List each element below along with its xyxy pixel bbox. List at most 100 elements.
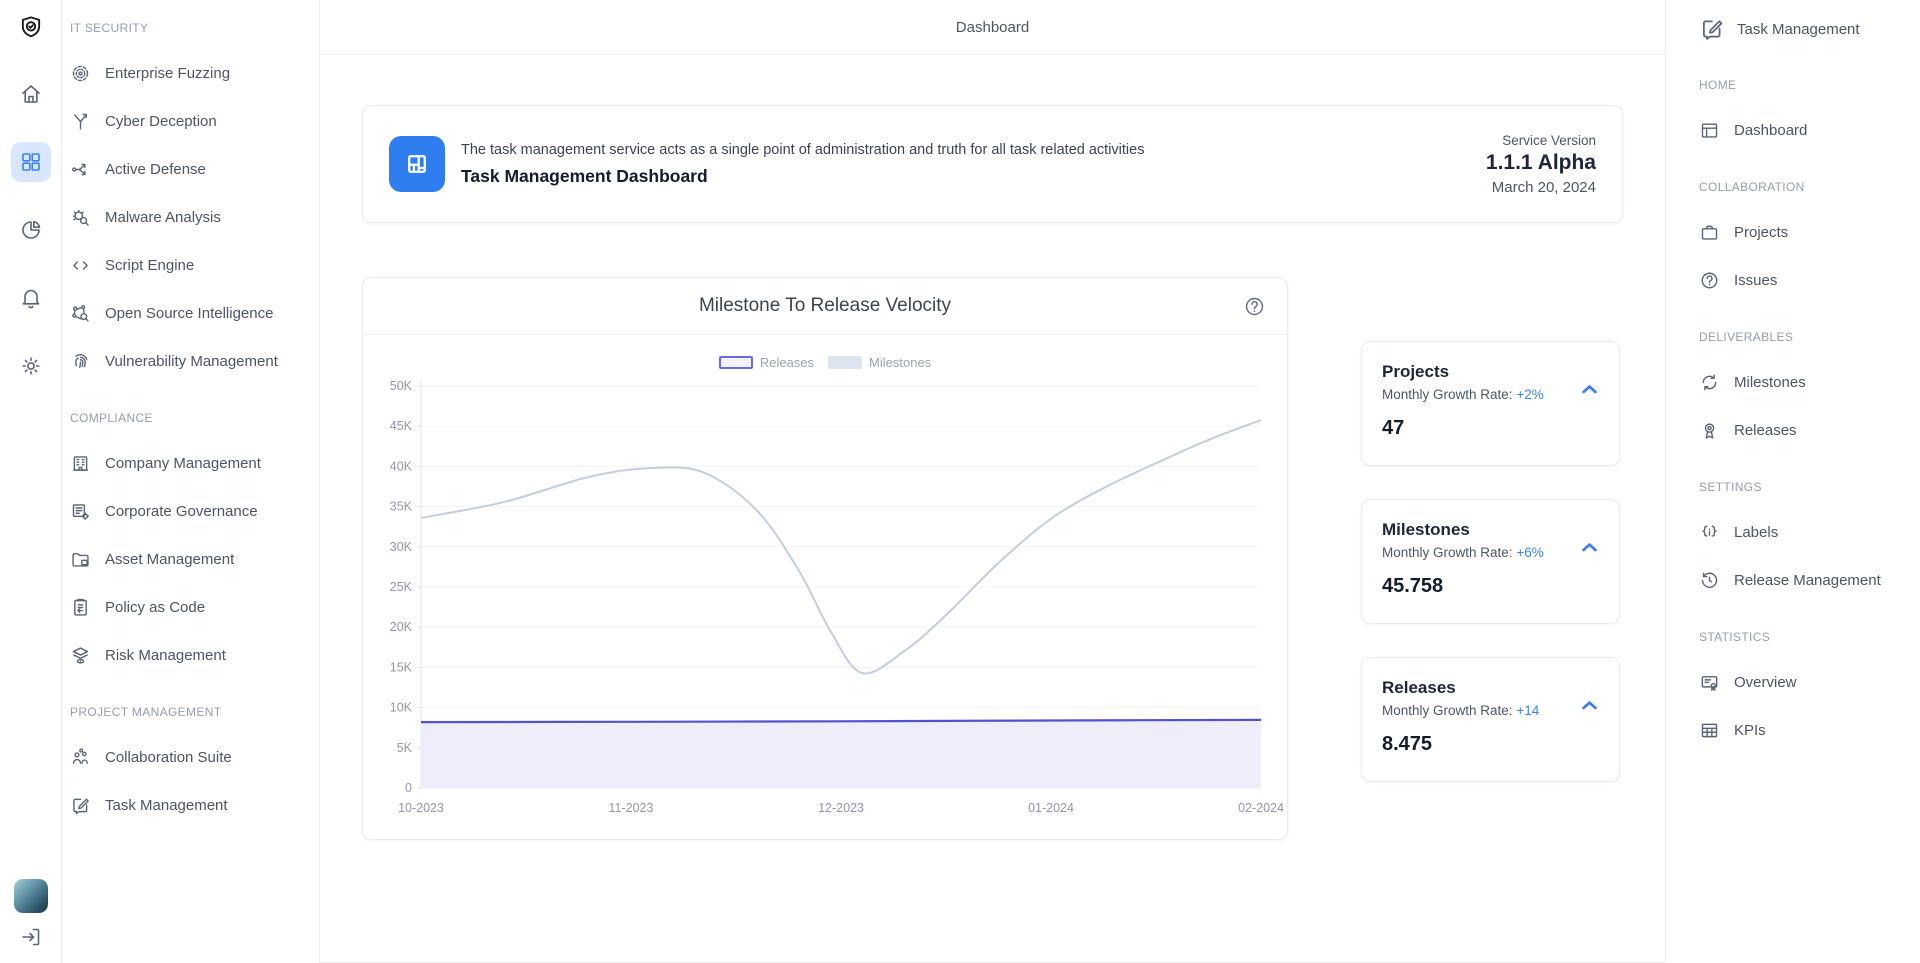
rail-item-notifications[interactable] — [11, 278, 51, 318]
nav-item-label: Releases — [1734, 422, 1797, 439]
user-avatar[interactable] — [14, 879, 48, 913]
service-version-label: Service Version — [1486, 133, 1596, 148]
nav-item-risk-management[interactable]: Risk Management — [70, 631, 309, 679]
legend-item-milestones[interactable]: Milestones — [828, 355, 931, 370]
svg-text:30K: 30K — [390, 540, 413, 554]
stat-growth-rate: Monthly Growth Rate: +2% — [1382, 387, 1599, 402]
grid-icon — [19, 150, 43, 174]
nav-item-label: Open Source Intelligence — [105, 305, 273, 322]
section-collaboration: COLLABORATION Projects Issues — [1699, 180, 1912, 304]
nav-item-asset-management[interactable]: Asset Management — [70, 535, 309, 583]
nav-item-enterprise-fuzzing[interactable]: Enterprise Fuzzing — [70, 49, 309, 97]
stat-growth-value: +6% — [1516, 545, 1543, 560]
legend-item-releases[interactable]: Releases — [719, 355, 814, 370]
legend-label: Milestones — [869, 355, 931, 370]
nav-item-malware-analysis[interactable]: Malware Analysis — [70, 193, 309, 241]
chart-legend: Releases Milestones — [363, 355, 1287, 370]
braces-icon — [1699, 522, 1720, 543]
nav-item-projects[interactable]: Projects — [1699, 208, 1912, 256]
nav-item-corporate-governance[interactable]: Corporate Governance — [70, 487, 309, 535]
history-icon — [1699, 570, 1720, 591]
nav-item-label: Company Management — [105, 455, 261, 472]
nav-item-vulnerability-management[interactable]: Vulnerability Management — [70, 337, 309, 385]
svg-text:11-2023: 11-2023 — [609, 801, 654, 815]
stat-value: 45.758 — [1382, 575, 1599, 598]
nav-item-task-management[interactable]: Task Management — [70, 781, 309, 829]
nav-item-policy-as-code[interactable]: Policy as Code — [70, 583, 309, 631]
nav-item-label: Projects — [1734, 224, 1788, 241]
nav-item-issues[interactable]: Issues — [1699, 256, 1912, 304]
svg-text:02-2024: 02-2024 — [1238, 801, 1284, 815]
chart-header: Milestone To Release Velocity — [363, 278, 1287, 335]
stat-growth-rate: Monthly Growth Rate: +14 — [1382, 703, 1599, 718]
rail-item-home[interactable] — [11, 74, 51, 114]
section-title: COLLABORATION — [1699, 180, 1912, 194]
help-circle-icon — [1243, 295, 1266, 318]
nav-item-label: Milestones — [1734, 374, 1806, 391]
section-title: HOME — [1699, 78, 1912, 92]
edit-box-icon — [1699, 16, 1725, 42]
nav-item-cyber-deception[interactable]: Cyber Deception — [70, 97, 309, 145]
collapse-chevron-up-button[interactable] — [1577, 693, 1602, 718]
nav-item-label: KPIs — [1734, 722, 1766, 739]
branch-arrows-icon — [70, 159, 91, 180]
service-version-value: 1.1.1 Alpha — [1486, 151, 1596, 175]
logout-button[interactable] — [19, 925, 43, 949]
award-icon — [1699, 420, 1720, 441]
chart-title: Milestone To Release Velocity — [699, 295, 951, 317]
rail-item-analytics[interactable] — [11, 210, 51, 250]
nav-item-dashboard[interactable]: Dashboard — [1699, 106, 1912, 154]
service-banner: The task management service acts as a si… — [362, 105, 1623, 223]
help-circle-icon — [1699, 270, 1720, 291]
nav-item-release-management[interactable]: Release Management — [1699, 556, 1912, 604]
collapse-chevron-up-button[interactable] — [1577, 535, 1602, 560]
target-icon — [70, 63, 91, 84]
section-title: COMPLIANCE — [70, 411, 309, 425]
stat-value: 8.475 — [1382, 733, 1599, 756]
service-version-date: March 20, 2024 — [1486, 179, 1596, 196]
svg-text:0: 0 — [405, 781, 412, 795]
chart-canvas: 05K10K15K20K25K30K35K40K45K50K10-202311-… — [363, 374, 1287, 826]
right-panel-title: Task Management — [1699, 16, 1912, 42]
nav-item-kpis[interactable]: KPIs — [1699, 706, 1912, 754]
milestone-velocity-chart: 05K10K15K20K25K30K35K40K45K50K10-202311-… — [363, 374, 1287, 826]
nav-item-active-defense[interactable]: Active Defense — [70, 145, 309, 193]
nav-item-script-engine[interactable]: Script Engine — [70, 241, 309, 289]
nav-item-releases[interactable]: Releases — [1699, 406, 1912, 454]
table-icon — [1699, 720, 1720, 741]
nav-item-company-management[interactable]: Company Management — [70, 439, 309, 487]
bell-icon — [19, 286, 43, 310]
app-logo — [17, 14, 45, 42]
shield-check-icon — [17, 14, 45, 42]
nav-item-label: Vulnerability Management — [105, 353, 278, 370]
section-title: PROJECT MANAGEMENT — [70, 705, 309, 719]
nav-item-milestones[interactable]: Milestones — [1699, 358, 1912, 406]
chevron-up-icon — [1577, 535, 1602, 560]
briefcase-icon — [1699, 222, 1720, 243]
nav-item-label: Risk Management — [105, 647, 226, 664]
svg-text:10-2023: 10-2023 — [398, 801, 444, 815]
nav-item-label: Asset Management — [105, 551, 234, 568]
building-icon — [70, 453, 91, 474]
section-deliverables: DELIVERABLESMilestonesReleases — [1699, 330, 1912, 454]
rail-item-apps[interactable] — [11, 142, 51, 182]
banner-title: Task Management Dashboard — [461, 166, 1144, 187]
legend-label: Releases — [760, 355, 814, 370]
nav-item-label: Policy as Code — [105, 599, 205, 616]
stat-growth-value: +2% — [1516, 387, 1543, 402]
nav-item-collaboration-suite[interactable]: Collaboration Suite — [70, 733, 309, 781]
nav-item-overview[interactable]: Overview — [1699, 658, 1912, 706]
main-column: Dashboard The task management service ac… — [320, 0, 1665, 963]
nav-item-labels[interactable]: Labels — [1699, 508, 1912, 556]
nav-item-label: Script Engine — [105, 257, 194, 274]
nav-item-open-source-intelligence[interactable]: Open Source Intelligence — [70, 289, 309, 337]
rail-item-settings[interactable] — [11, 346, 51, 386]
bug-search-icon — [70, 207, 91, 228]
code-icon — [70, 255, 91, 276]
collapse-chevron-up-button[interactable] — [1577, 377, 1602, 402]
nav-item-label: Dashboard — [1734, 122, 1807, 139]
help-circle-icon[interactable] — [1243, 295, 1266, 318]
section-title: STATISTICS — [1699, 630, 1912, 644]
nav-item-label: Malware Analysis — [105, 209, 221, 226]
section-home: HOME Dashboard — [1699, 78, 1912, 154]
